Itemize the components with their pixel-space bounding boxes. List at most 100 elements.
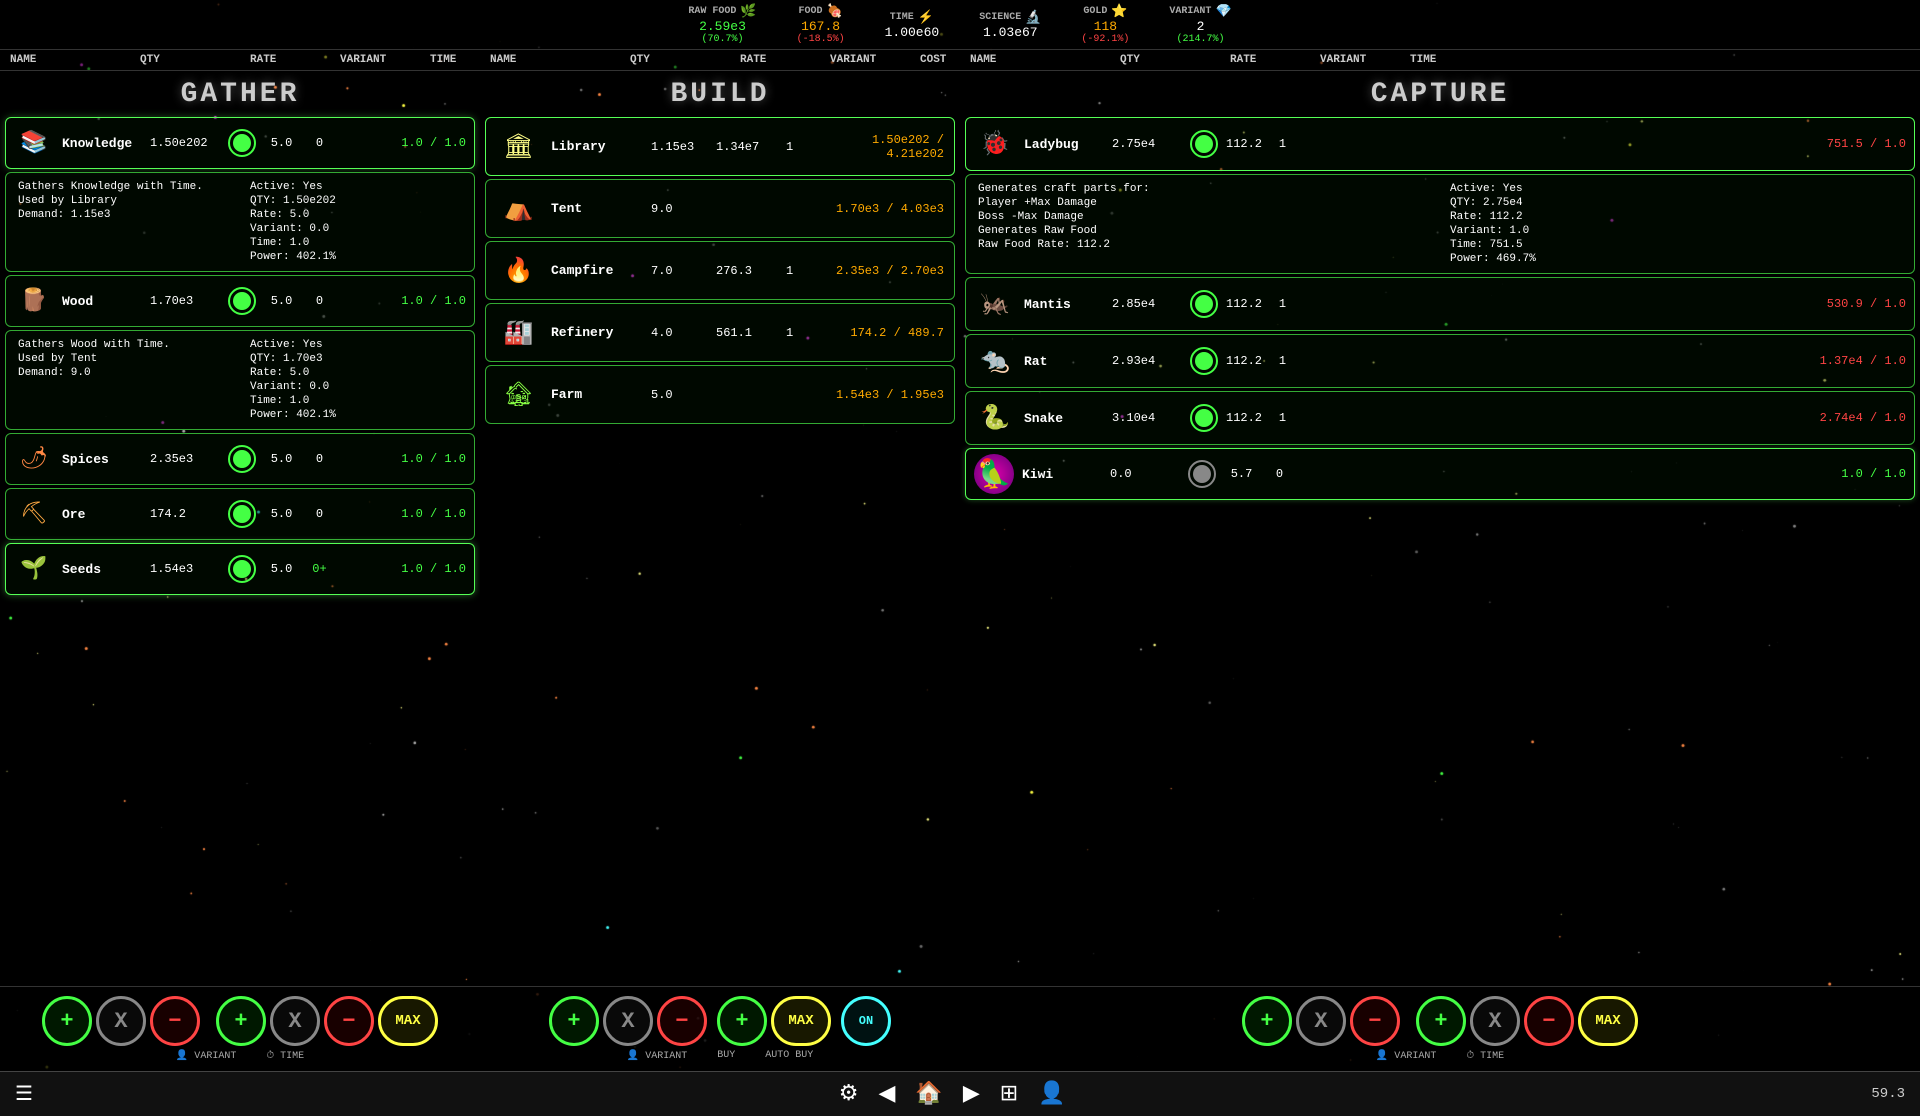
seeds-icon: 🌱	[14, 549, 54, 589]
farm-cost: 1.54e3 / 1.95e3	[836, 388, 944, 402]
build-tent-row[interactable]: ⛺ Tent 9.0 1.70e3 / 4.03e3	[485, 179, 955, 238]
nav-back-icon[interactable]: ◀	[878, 1081, 895, 1107]
gather-seeds-row[interactable]: 🌱 Seeds 1.54e3 5.0 0+ 1.0 / 1.0	[5, 543, 475, 595]
gold-icon: ⭐	[1111, 4, 1127, 19]
capture-time-minus-btn[interactable]: −	[1524, 996, 1574, 1046]
kiwi-variant: 0	[1267, 467, 1292, 481]
gold-label: GOLD	[1083, 6, 1107, 17]
nav-grid-icon[interactable]: ⊞	[1000, 1081, 1018, 1107]
build-variant-minus-btn[interactable]: −	[657, 996, 707, 1046]
build-farm-row[interactable]: 🏚 Farm 5.0 1.54e3 / 1.95e3	[485, 365, 955, 424]
nav-gear-icon[interactable]: ⚙	[839, 1081, 859, 1107]
capture-variant-x-btn[interactable]: X	[1296, 996, 1346, 1046]
build-campfire-row[interactable]: 🔥 Campfire 7.0 276.3 1 2.35e3 / 2.70e3	[485, 241, 955, 300]
build-autobuy-label: AUTO BUY	[765, 1050, 813, 1062]
wood-rate: 5.0	[264, 294, 299, 308]
wood-info-left: Gathers Wood with Time. Used by Tent Dem…	[18, 339, 230, 421]
wood-variant-info: Variant: 0.0	[250, 381, 462, 393]
capture-kiwi-row[interactable]: 🦜 Kiwi 0.0 5.7 0 1.0 / 1.0	[965, 448, 1915, 500]
variant-change: (214.7%)	[1177, 34, 1225, 45]
time-icon: ⚡	[918, 10, 934, 25]
spices-variant: 0	[307, 452, 332, 466]
knowledge-name: Knowledge	[62, 136, 142, 151]
build-variant-plus-btn[interactable]: +	[549, 996, 599, 1046]
gather-time-x-btn[interactable]: X	[270, 996, 320, 1046]
build-buy-plus-btn[interactable]: +	[717, 996, 767, 1046]
gather-time-plus-btn[interactable]: +	[216, 996, 266, 1046]
gather-time-max-btn[interactable]: MAX	[378, 996, 438, 1046]
ladybug-time: 751.5 / 1.0	[1827, 137, 1906, 151]
build-control-buttons: + X − + MAX ON	[549, 996, 891, 1046]
build-buy-max-btn[interactable]: MAX	[771, 996, 831, 1046]
build-ctrl-labels: 👤 VARIANT BUY AUTO BUY	[627, 1050, 814, 1062]
ladybug-rate-btn[interactable]	[1190, 130, 1218, 158]
ladybug-rate: 112.2	[1226, 137, 1262, 151]
build-variant-x-btn[interactable]: X	[603, 996, 653, 1046]
gather-ore-row[interactable]: ⛏ Ore 174.2 5.0 0 1.0 / 1.0	[5, 488, 475, 540]
library-variant: 1	[786, 140, 816, 154]
capture-time-plus-btn[interactable]: +	[1416, 996, 1466, 1046]
ore-name: Ore	[62, 507, 142, 522]
bottom-nav-buttons: ⚙ ◀ 🏠 ▶ ⊞ 👤	[839, 1081, 1066, 1107]
version-number: 59.3	[1871, 1086, 1905, 1102]
snake-rate-btn[interactable]	[1190, 404, 1218, 432]
seeds-rate-btn[interactable]	[228, 555, 256, 583]
gather-knowledge-row[interactable]: 📚 Knowledge 1.50e202 5.0 0 1.0 / 1.0	[5, 117, 475, 169]
gather-variant-x-btn[interactable]: X	[96, 996, 146, 1046]
knowledge-info-right: Active: Yes QTY: 1.50e202 Rate: 5.0 Vari…	[250, 181, 462, 263]
wood-qty-info: QTY: 1.70e3	[250, 353, 462, 365]
library-rate: 1.34e7	[716, 140, 776, 154]
ladybug-variant: 1	[1270, 137, 1295, 151]
mantis-name: Mantis	[1024, 297, 1104, 312]
ore-icon: ⛏	[14, 494, 54, 534]
refinery-rate: 561.1	[716, 326, 776, 340]
rat-variant: 1	[1270, 354, 1295, 368]
gather-wood-row[interactable]: 🪵 Wood 1.70e3 5.0 0 1.0 / 1.0	[5, 275, 475, 327]
kiwi-rate-btn[interactable]	[1188, 460, 1216, 488]
ladybug-name: Ladybug	[1024, 137, 1104, 152]
gather-controls: + X − + X − MAX 👤 VARIANT ⏱ TIME	[0, 987, 480, 1071]
nav-forward-icon[interactable]: ▶	[963, 1081, 980, 1107]
mantis-rate: 112.2	[1226, 297, 1262, 311]
capture-ladybug-row[interactable]: 🐞 Ladybug 2.75e4 112.2 1 751.5 / 1.0	[965, 117, 1915, 171]
gather-variant-plus-btn[interactable]: +	[42, 996, 92, 1046]
ore-variant: 0	[307, 507, 332, 521]
rat-rate: 112.2	[1226, 354, 1262, 368]
capture-col-rate: RATE	[1230, 54, 1290, 66]
nav-user-icon[interactable]: 👤	[1038, 1081, 1065, 1107]
nav-home-icon[interactable]: 🏠	[915, 1081, 942, 1107]
capture-col-time: TIME	[1410, 54, 1470, 66]
rawfood-icon: 🌿	[740, 4, 756, 19]
capture-variant-minus-btn[interactable]: −	[1350, 996, 1400, 1046]
capture-variant-plus-btn[interactable]: +	[1242, 996, 1292, 1046]
gather-spices-row[interactable]: 🌶 Spices 2.35e3 5.0 0 1.0 / 1.0	[5, 433, 475, 485]
capture-mantis-row[interactable]: 🦗 Mantis 2.85e4 112.2 1 530.9 / 1.0	[965, 277, 1915, 331]
gather-variant-minus-btn[interactable]: −	[150, 996, 200, 1046]
knowledge-active: Active: Yes	[250, 181, 462, 193]
build-library-row[interactable]: 🏛 Library 1.15e3 1.34e7 1 1.50e202 / 4.2…	[485, 117, 955, 176]
gather-control-buttons: + X − + X − MAX	[42, 996, 438, 1046]
capture-variant-label: 👤 VARIANT	[1376, 1050, 1436, 1062]
spices-rate-btn[interactable]	[228, 445, 256, 473]
capture-time-max-btn[interactable]: MAX	[1578, 996, 1638, 1046]
capture-snake-row[interactable]: 🐍 Snake 3.10e4 112.2 1 2.74e4 / 1.0	[965, 391, 1915, 445]
mantis-rate-btn[interactable]	[1190, 290, 1218, 318]
spices-icon: 🌶	[14, 439, 54, 479]
build-autobuy-btn[interactable]: ON	[841, 996, 891, 1046]
gather-time-minus-btn[interactable]: −	[324, 996, 374, 1046]
spices-qty: 2.35e3	[150, 452, 220, 466]
hamburger-menu[interactable]: ☰	[15, 1081, 33, 1107]
snake-qty: 3.10e4	[1112, 411, 1182, 425]
gold-change: (-92.1%)	[1081, 34, 1129, 45]
capture-col-qty: QTY	[1120, 54, 1180, 66]
wood-rate-btn[interactable]	[228, 287, 256, 315]
build-refinery-row[interactable]: 🏭 Refinery 4.0 561.1 1 174.2 / 489.7	[485, 303, 955, 362]
rat-rate-btn[interactable]	[1190, 347, 1218, 375]
rat-name: Rat	[1024, 354, 1104, 369]
capture-rat-row[interactable]: 🐀 Rat 2.93e4 112.2 1 1.37e4 / 1.0	[965, 334, 1915, 388]
seeds-name: Seeds	[62, 562, 142, 577]
mantis-qty: 2.85e4	[1112, 297, 1182, 311]
knowledge-rate-btn[interactable]	[228, 129, 256, 157]
ore-rate-btn[interactable]	[228, 500, 256, 528]
capture-time-x-btn[interactable]: X	[1470, 996, 1520, 1046]
